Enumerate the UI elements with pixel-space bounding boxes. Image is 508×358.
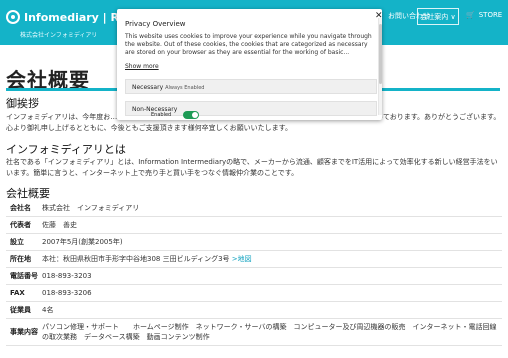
overview-heading: 会社概要 xyxy=(6,187,50,200)
row-value: 株式会社 インフォミディアリ xyxy=(42,204,140,212)
row-value: 018-893-3203 xyxy=(42,272,92,280)
privacy-overview-modal: Privacy Overview ✕ This website uses coo… xyxy=(117,9,382,120)
logo-subtitle: 株式会社インフォミディアリ xyxy=(20,32,98,39)
row-key: 設立 xyxy=(10,238,24,246)
always-enabled-note: Always Enabled xyxy=(165,85,205,91)
row-key: 従業員 xyxy=(10,306,31,314)
category-necessary[interactable]: Necessary Always Enabled xyxy=(125,79,377,94)
category-non-necessary[interactable]: Non-Necessary Enabled xyxy=(125,101,377,119)
nav-store-label: STORE xyxy=(478,11,503,19)
table-row: 事業内容 パソコン修理・サポート ホームページ制作 ネットワーク・サーバの構築 … xyxy=(6,319,502,346)
row-key: 電話番号 xyxy=(10,272,38,280)
about-heading: インフォミディアリとは xyxy=(6,143,126,156)
table-row: 所在地 本社：秋田県秋田市手形字中谷地308 三田ビルディング3号 >地図 xyxy=(6,251,502,268)
privacy-title: Privacy Overview xyxy=(125,20,186,28)
row-value: 佐藤 善史 xyxy=(42,221,77,229)
row-key: 所在地 xyxy=(10,255,31,263)
table-row: 設立 2007年5月(創業2005年) xyxy=(6,234,502,251)
table-row: 従業員 4名 xyxy=(6,302,502,319)
table-row: 電話番号 018-893-3203 xyxy=(6,268,502,285)
row-value: 2007年5月(創業2005年) xyxy=(42,238,123,246)
privacy-body-text: This website uses cookies to improve you… xyxy=(125,33,372,56)
category-necessary-label: Necessary Always Enabled xyxy=(132,84,204,91)
table-row: FAX 018-893-3206 xyxy=(6,285,502,302)
modal-scrollbar[interactable] xyxy=(378,18,382,115)
row-value: 4名 xyxy=(42,306,54,314)
row-value: 本社：秋田県秋田市手形字中谷地308 三田ビルディング3号 >地図 xyxy=(42,251,502,267)
row-key: 事業内容 xyxy=(10,328,38,336)
greeting-heading: 御挨拶 xyxy=(6,97,39,110)
enabled-label: Enabled xyxy=(151,112,172,118)
row-key: FAX xyxy=(10,289,25,297)
logo-mark-icon xyxy=(6,10,20,24)
row-value: パソコン修理・サポート ホームページ制作 ネットワーク・サーバの構築 コンピュー… xyxy=(42,323,497,341)
nav-store-link[interactable]: 🛒 STORE xyxy=(466,11,502,19)
table-row: 代表者 佐藤 善史 xyxy=(6,217,502,234)
row-key: 会社名 xyxy=(10,204,31,212)
row-key: 代表者 xyxy=(10,221,31,229)
non-necessary-toggle[interactable] xyxy=(183,111,199,119)
row-value: 018-893-3206 xyxy=(42,289,92,297)
nav-company-dropdown[interactable]: 会社案内 ∨ xyxy=(417,8,459,25)
company-info-table: 会社名 株式会社 インフォミディアリ 代表者 佐藤 善史 設立 2007年5月(… xyxy=(6,200,502,346)
about-text: 社名である「インフォミディアリ」とは、Information Intermedi… xyxy=(6,158,498,177)
map-link[interactable]: >地図 xyxy=(232,255,252,263)
address-text: 本社：秋田県秋田市手形字中谷地308 三田ビルディング3号 xyxy=(42,255,230,263)
necessary-label: Necessary xyxy=(132,84,164,91)
table-row: 会社名 株式会社 インフォミディアリ xyxy=(6,200,502,217)
show-more-link[interactable]: Show more xyxy=(125,63,159,70)
cart-icon: 🛒 xyxy=(466,11,475,19)
